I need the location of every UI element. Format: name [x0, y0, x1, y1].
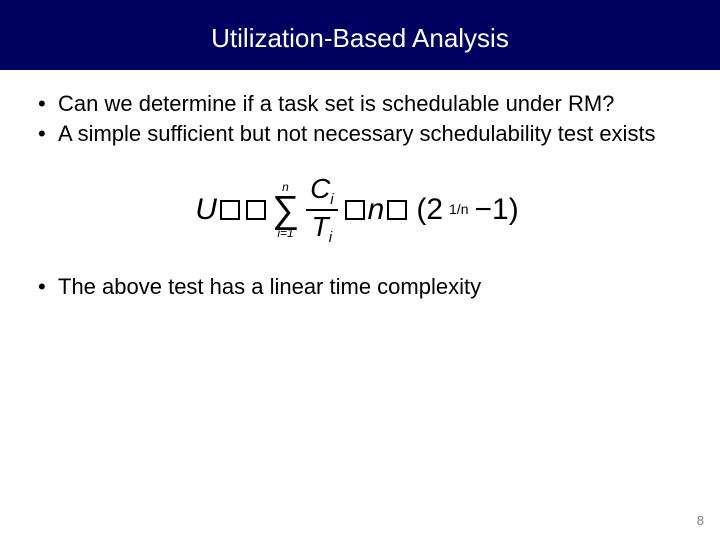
sigma-icon: ∑ [272, 193, 299, 227]
var-U: U [195, 191, 217, 229]
bullet-list: Can we determine if a task set is schedu… [34, 90, 686, 147]
box-glyph [345, 200, 365, 220]
fraction: Ci Ti [306, 175, 338, 245]
page-number: 8 [697, 513, 704, 528]
utilization-formula: U n ∑ i=1 Ci Ti n (2 1/n −1) [195, 175, 524, 245]
slide-title-bar: Utilization-Based Analysis [0, 0, 720, 70]
formula-block: U n ∑ i=1 Ci Ti n (2 1/n −1) [34, 175, 686, 245]
box-glyph [246, 200, 266, 220]
bullet-item: The above test has a linear time complex… [34, 273, 686, 301]
numerator: Ci [306, 175, 338, 207]
denominator: Ti [308, 213, 336, 245]
sum-lower: i=1 [277, 227, 293, 239]
bullet-item: Can we determine if a task set is schedu… [34, 90, 686, 118]
slide-body: Can we determine if a task set is schedu… [0, 70, 720, 301]
summation: n ∑ i=1 [272, 181, 299, 239]
box-glyph [220, 200, 240, 220]
var-n: n [368, 191, 385, 229]
paren-open: (2 [416, 191, 443, 229]
paren-close: −1) [474, 191, 518, 229]
bullet-list: The above test has a linear time complex… [34, 273, 686, 301]
bullet-item: A simple sufficient but not necessary sc… [34, 120, 686, 148]
box-glyph [387, 200, 407, 220]
exponent: 1/n [449, 201, 468, 219]
slide-title: Utilization-Based Analysis [211, 23, 509, 54]
